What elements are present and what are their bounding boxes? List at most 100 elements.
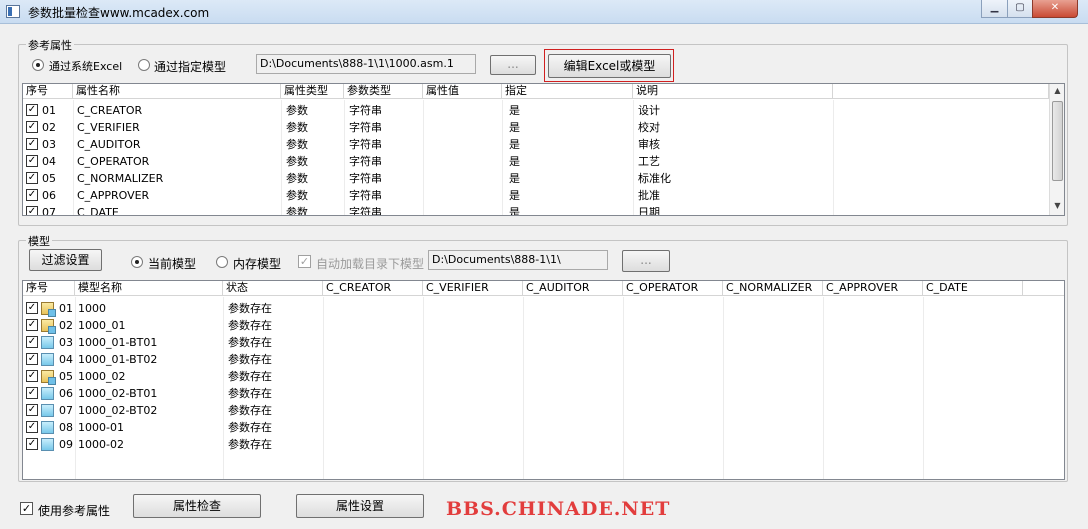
auto-load-label: 自动加载目录下模型 xyxy=(316,257,425,271)
property-check-button[interactable]: 属性检查 xyxy=(133,494,261,518)
part-icon xyxy=(41,421,54,434)
model-row-checkbox[interactable]: ✓ xyxy=(26,353,38,365)
ref-cell-ptype: 参数 xyxy=(286,155,308,168)
ref-table[interactable]: 序号 属性名称 属性类型 参数类型 属性值 指定 说明 ▲ ▼ ✓ 01 C_CRE… xyxy=(22,83,1065,216)
model-row-checkbox[interactable]: ✓ xyxy=(26,421,38,433)
radio-memory-model[interactable] xyxy=(216,256,228,268)
ref-cell-assign: 是 xyxy=(509,189,520,202)
ref-path-field[interactable]: D:\Documents\888-1\1\1000.asm.1 xyxy=(256,54,476,74)
model-row-checkbox[interactable]: ✓ xyxy=(26,319,38,331)
model-row-checkbox[interactable]: ✓ xyxy=(26,404,38,416)
model-cell-no: 09 xyxy=(59,438,73,451)
row-checkbox[interactable]: ✓ xyxy=(26,189,38,201)
model-table[interactable]: 序号 模型名称 状态 C_CREATOR C_VERIFIER C_AUDITO… xyxy=(22,280,1065,480)
maximize-button[interactable]: ▢ xyxy=(1007,0,1033,18)
ref-row-no: 03 xyxy=(42,138,56,151)
row-checkbox[interactable]: ✓ xyxy=(26,172,38,184)
edit-excel-button[interactable]: 编辑Excel或模型 xyxy=(548,54,671,78)
model-cell-status: 参数存在 xyxy=(228,370,272,383)
ref-col-header[interactable]: 属性类型 xyxy=(281,84,344,99)
ref-cell-value xyxy=(426,170,502,187)
ref-cell-ptype: 参数 xyxy=(286,138,308,151)
model-cell-name: 1000-02 xyxy=(78,438,124,451)
radio-current-model[interactable] xyxy=(131,256,143,268)
ref-cell-name: C_AUDITOR xyxy=(77,138,141,151)
ref-cell-vtype: 字符串 xyxy=(349,138,382,151)
row-checkbox[interactable]: ✓ xyxy=(26,104,38,116)
ref-cell-ptype: 参数 xyxy=(286,121,308,134)
row-checkbox[interactable]: ✓ xyxy=(26,155,38,167)
grid-line xyxy=(344,100,345,215)
ref-col-header[interactable]: 参数类型 xyxy=(344,84,423,99)
ref-col-header[interactable]: 序号 xyxy=(23,84,73,99)
ref-cell-assign: 是 xyxy=(509,104,520,117)
ref-cell-ptype: 参数 xyxy=(286,206,308,216)
minimize-button[interactable]: ▁ xyxy=(981,0,1008,18)
ref-cell-vtype: 字符串 xyxy=(349,104,382,117)
assembly-icon xyxy=(41,370,56,385)
radio-model-label: 通过指定模型 xyxy=(154,60,227,74)
ref-scrollbar[interactable]: ▲ ▼ xyxy=(1049,84,1064,215)
grid-line xyxy=(423,297,424,479)
grid-line xyxy=(75,297,76,479)
scroll-down-icon[interactable]: ▼ xyxy=(1050,199,1064,213)
ref-col-header[interactable]: 属性名称 xyxy=(73,84,281,99)
model-browse-button[interactable]: ... xyxy=(622,250,670,272)
ref-row-no: 04 xyxy=(42,155,56,168)
model-path-field[interactable]: D:\Documents\888-1\1\ xyxy=(428,250,608,270)
radio-model[interactable] xyxy=(138,59,150,71)
grid-line xyxy=(281,100,282,215)
close-button[interactable]: ✕ xyxy=(1032,0,1078,18)
model-group-label: 模型 xyxy=(26,233,52,249)
model-col-header[interactable]: 状态 xyxy=(223,281,323,296)
model-col-header[interactable]: C_DATE xyxy=(923,281,1023,296)
row-checkbox[interactable]: ✓ xyxy=(26,138,38,150)
radio-excel[interactable] xyxy=(32,59,44,71)
model-col-header[interactable]: C_APPROVER xyxy=(823,281,923,296)
model-col-header[interactable]: C_AUDITOR xyxy=(523,281,623,296)
model-col-header[interactable]: 模型名称 xyxy=(75,281,223,296)
ref-browse-button[interactable]: ... xyxy=(490,55,536,75)
model-cell-no: 07 xyxy=(59,404,73,417)
row-checkbox[interactable]: ✓ xyxy=(26,206,38,215)
ref-cell-assign: 是 xyxy=(509,172,520,185)
ref-group-label: 参考属性 xyxy=(26,37,74,53)
ref-col-header[interactable]: 属性值 xyxy=(423,84,502,99)
filter-settings-button[interactable]: 过滤设置 xyxy=(29,249,102,271)
use-ref-checkbox[interactable]: ✓ xyxy=(20,502,33,515)
ref-cell-desc: 日期 xyxy=(638,206,660,216)
ref-cell-value xyxy=(426,102,502,119)
model-cell-status: 参数存在 xyxy=(228,421,272,434)
ref-cell-desc: 校对 xyxy=(638,121,660,134)
model-cell-name: 1000_02-BT01 xyxy=(78,387,158,400)
property-settings-button[interactable]: 属性设置 xyxy=(296,494,424,518)
ref-cell-value xyxy=(426,119,502,136)
ref-col-header[interactable]: 说明 xyxy=(633,84,833,99)
model-col-header[interactable]: C_VERIFIER xyxy=(423,281,523,296)
model-row-checkbox[interactable]: ✓ xyxy=(26,302,38,314)
model-col-header[interactable]: C_NORMALIZER xyxy=(723,281,823,296)
model-row-checkbox[interactable]: ✓ xyxy=(26,438,38,450)
model-col-header[interactable]: C_OPERATOR xyxy=(623,281,723,296)
ref-cell-name: C_DATE xyxy=(77,206,119,216)
ref-cell-value xyxy=(426,136,502,153)
model-row-checkbox[interactable]: ✓ xyxy=(26,387,38,399)
scroll-up-icon[interactable]: ▲ xyxy=(1050,84,1064,98)
model-row-checkbox[interactable]: ✓ xyxy=(26,370,38,382)
part-icon xyxy=(41,336,54,349)
model-cell-no: 01 xyxy=(59,302,73,315)
auto-load-checkbox[interactable]: ✓ xyxy=(298,255,311,268)
model-col-header[interactable]: C_CREATOR xyxy=(323,281,423,296)
model-row-checkbox[interactable]: ✓ xyxy=(26,336,38,348)
ref-cell-name: C_OPERATOR xyxy=(77,155,150,168)
ref-col-header[interactable]: 指定 xyxy=(502,84,633,99)
ref-row-no: 05 xyxy=(42,172,56,185)
ref-scroll-thumb[interactable] xyxy=(1052,101,1063,181)
row-checkbox[interactable]: ✓ xyxy=(26,121,38,133)
assembly-icon xyxy=(41,302,56,317)
model-cell-status: 参数存在 xyxy=(228,353,272,366)
model-col-header[interactable]: 序号 xyxy=(23,281,75,296)
ref-cell-value xyxy=(426,187,502,204)
part-icon xyxy=(41,353,54,366)
ref-cell-value xyxy=(426,204,502,215)
